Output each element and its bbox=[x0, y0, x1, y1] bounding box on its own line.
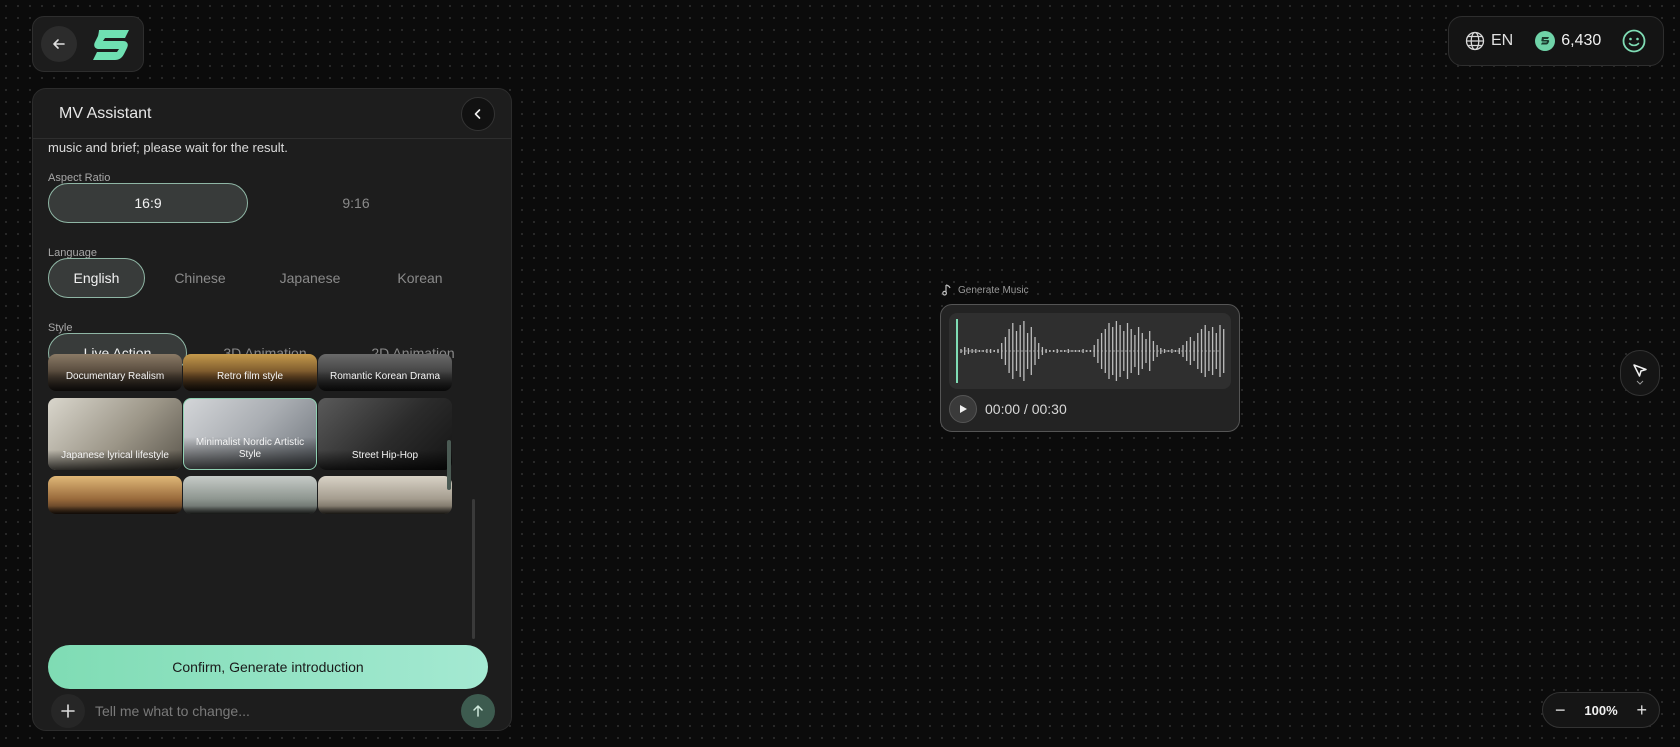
zoom-level: 100% bbox=[1584, 702, 1618, 718]
zoom-control: − 100% + bbox=[1542, 692, 1660, 728]
top-left-toolbar bbox=[32, 16, 144, 72]
preset-scrollbar[interactable] bbox=[447, 440, 451, 490]
panel-title: MV Assistant bbox=[59, 104, 152, 122]
aspect-9-16-option[interactable]: 9:16 bbox=[248, 183, 464, 223]
zoom-out-button[interactable]: − bbox=[1555, 701, 1566, 719]
music-node-title: Generate Music bbox=[958, 284, 1029, 296]
preset-romantic-korean-drama[interactable]: Romantic Korean Drama bbox=[318, 354, 452, 391]
waveform-graphic bbox=[956, 319, 1225, 383]
arrow-up-icon bbox=[473, 705, 483, 717]
zoom-in-button[interactable]: + bbox=[1636, 701, 1647, 719]
language-korean-option[interactable]: Korean bbox=[365, 258, 475, 298]
preset-label: Romantic Korean Drama bbox=[318, 371, 452, 391]
language-switcher[interactable]: EN bbox=[1465, 31, 1513, 51]
back-button[interactable] bbox=[41, 26, 77, 62]
credits-display[interactable]: 6,430 bbox=[1535, 31, 1601, 51]
cursor-tool-button[interactable] bbox=[1620, 350, 1660, 396]
music-note-icon bbox=[942, 284, 951, 296]
language-chinese-option[interactable]: Chinese bbox=[145, 258, 255, 298]
preset-retro-film-style[interactable]: Retro film style bbox=[183, 354, 317, 391]
globe-icon bbox=[1465, 31, 1485, 51]
confirm-generate-button[interactable]: Confirm, Generate introduction bbox=[48, 645, 488, 689]
collapse-panel-button[interactable] bbox=[461, 96, 495, 131]
app-logo[interactable] bbox=[91, 27, 131, 61]
waveform[interactable] bbox=[949, 313, 1231, 389]
preset-street-hip-hop[interactable]: Street Hip-Hop bbox=[318, 398, 452, 470]
preset-label: Minimalist Nordic Artistic Style bbox=[184, 437, 316, 469]
preset-label bbox=[183, 506, 317, 514]
language-code: EN bbox=[1491, 32, 1514, 49]
panel-scrollbar[interactable] bbox=[472, 499, 475, 639]
preset-thumbnail-9[interactable] bbox=[318, 476, 452, 514]
aspect-16-9-option[interactable]: 16:9 bbox=[48, 183, 248, 223]
music-node-card[interactable]: 00:00 / 00:30 bbox=[940, 304, 1240, 432]
smiley-icon bbox=[1622, 29, 1646, 53]
preset-label: Retro film style bbox=[183, 371, 317, 391]
music-node-label: Generate Music bbox=[942, 284, 1029, 296]
preset-japanese-lyrical-lifestyle[interactable]: Japanese lyrical lifestyle bbox=[48, 398, 182, 470]
chat-input-row bbox=[33, 690, 511, 730]
panel-body[interactable]: music and brief; please wait for the res… bbox=[33, 140, 511, 690]
logo-icon bbox=[93, 30, 129, 60]
playback-time: 00:00 / 00:30 bbox=[985, 401, 1067, 417]
chevron-down-icon bbox=[1636, 380, 1644, 385]
preset-documentary-realism[interactable]: Documentary Realism bbox=[48, 354, 182, 391]
pointer-icon bbox=[1633, 363, 1647, 377]
preset-label: Street Hip-Hop bbox=[318, 450, 452, 470]
coin-icon bbox=[1535, 31, 1556, 51]
panel-header: MV Assistant bbox=[33, 89, 511, 139]
mv-assistant-panel: MV Assistant music and brief; please wai… bbox=[32, 88, 512, 731]
preset-thumbnail-7[interactable] bbox=[48, 476, 182, 514]
chevron-left-icon bbox=[474, 108, 481, 119]
send-button[interactable] bbox=[461, 694, 495, 728]
language-japanese-option[interactable]: Japanese bbox=[255, 258, 365, 298]
aspect-ratio-selector: 16:9 9:16 bbox=[48, 183, 464, 223]
play-button[interactable] bbox=[949, 395, 977, 423]
preset-thumbnail-8[interactable] bbox=[183, 476, 317, 514]
credits-count: 6,430 bbox=[1561, 32, 1602, 49]
intro-text: music and brief; please wait for the res… bbox=[48, 140, 288, 155]
top-right-toolbar: EN 6,430 bbox=[1448, 16, 1664, 66]
play-icon bbox=[960, 405, 967, 413]
audio-player: 00:00 / 00:30 bbox=[949, 395, 1231, 423]
preset-label: Documentary Realism bbox=[48, 371, 182, 391]
attach-button[interactable] bbox=[51, 694, 85, 728]
profile-button[interactable] bbox=[1621, 28, 1647, 54]
chat-input[interactable] bbox=[95, 703, 451, 719]
preset-minimalist-nordic-artistic[interactable]: Minimalist Nordic Artistic Style bbox=[183, 398, 317, 470]
arrow-left-icon bbox=[53, 39, 65, 49]
plus-icon bbox=[61, 704, 75, 718]
preset-label bbox=[318, 506, 452, 514]
preset-label bbox=[48, 506, 182, 514]
language-english-option[interactable]: English bbox=[48, 258, 145, 298]
language-selector: English Chinese Japanese Korean bbox=[48, 258, 475, 298]
preset-label: Japanese lyrical lifestyle bbox=[48, 450, 182, 470]
